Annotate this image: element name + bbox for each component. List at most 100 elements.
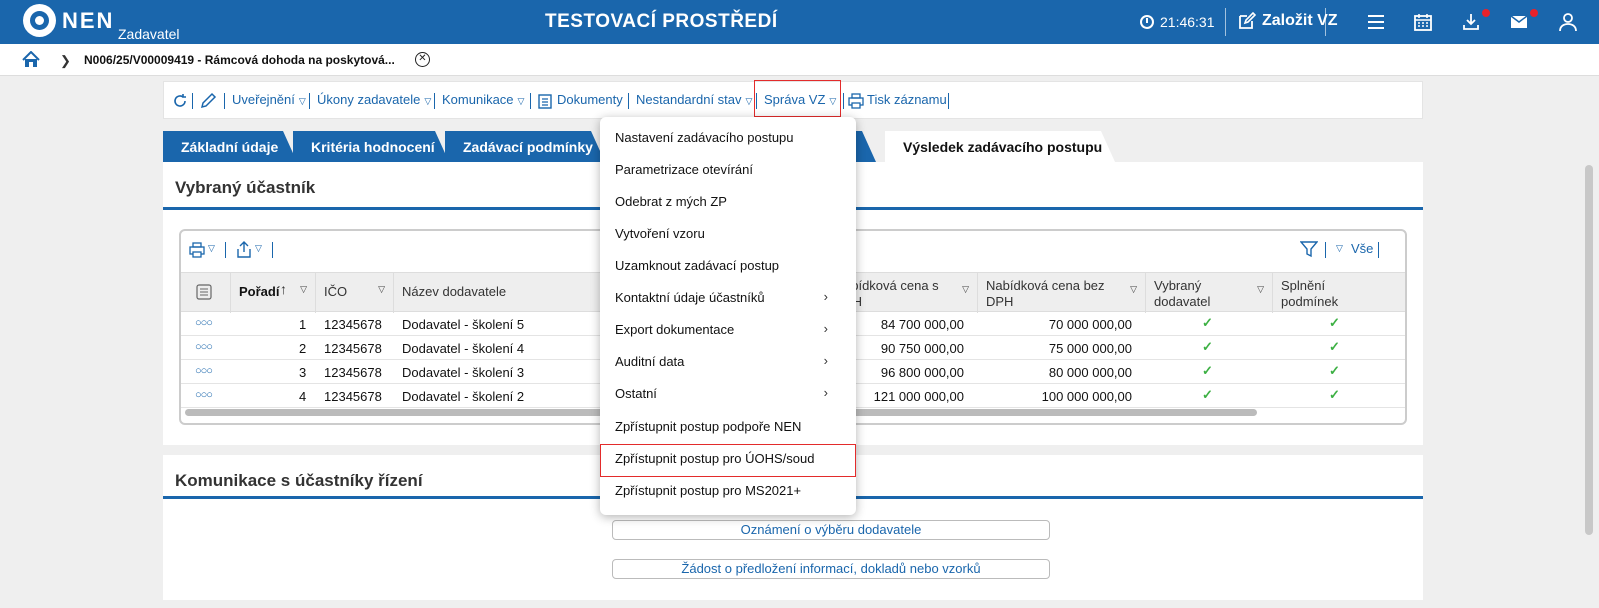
manage-vz-dropdown: Nastavení zadávacího postupu Parametriza… <box>600 117 856 515</box>
logo-subtitle: Zadavatel <box>118 26 180 42</box>
communication-label: Komunikace <box>442 92 514 107</box>
vertical-scrollbar[interactable] <box>1585 165 1593 535</box>
action-toolbar: Uveřejnění ▽ Úkony zadavatele ▽ Komunikace… <box>163 80 1423 119</box>
tab-result[interactable]: Výsledek zadávacího postupu <box>885 131 1115 162</box>
check-icon: ✓ <box>1329 339 1340 354</box>
menu-item-share-ms2021[interactable]: Zpřístupnit postup pro MS2021+ <box>600 475 856 506</box>
check-icon: ✓ <box>1329 363 1340 378</box>
divider <box>628 93 629 109</box>
selection-notice-button[interactable]: Oznámení o výběru dodavatele <box>612 520 1050 540</box>
clipboard-icon <box>538 94 552 109</box>
tab-criteria[interactable]: Kritéria hodnocení <box>293 131 449 162</box>
menu-item-contact-details[interactable]: Kontaktní údaje účastníků › <box>600 282 856 313</box>
column-selected[interactable]: Vybraný dodavatel ▽ <box>1146 273 1273 313</box>
triangle-down-icon[interactable]: ▽ <box>962 284 969 295</box>
pencil-icon[interactable] <box>200 92 217 109</box>
sort-up-icon[interactable]: ↑ <box>280 281 287 297</box>
column-price-novat[interactable]: Nabídková cena bez DPH ▽ <box>978 273 1146 313</box>
information-request-button[interactable]: Žádost o předložení informací, dokladů n… <box>612 559 1050 579</box>
close-icon[interactable]: ✕ <box>415 52 430 67</box>
column-fulfilled[interactable]: Splnění podmínek <box>1273 273 1405 313</box>
divider <box>434 93 435 109</box>
triangle-down-icon[interactable]: ▽ <box>1257 284 1264 295</box>
column-order-label: Pořadí <box>239 284 280 299</box>
notification-dot <box>1530 9 1538 17</box>
column-selected-label-2: dodavatel <box>1154 294 1211 309</box>
cell-price-novat: 70 000 000,00 <box>1048 317 1132 332</box>
divider <box>225 242 226 258</box>
refresh-icon[interactable] <box>172 93 188 109</box>
menu-item-procedure-settings[interactable]: Nastavení zadávacího postupu <box>600 122 856 153</box>
mail-icon[interactable] <box>1509 12 1529 32</box>
publish-menu[interactable]: Uveřejnění ▽ <box>232 92 306 107</box>
edit-icon <box>1239 12 1256 29</box>
check-icon: ✓ <box>1329 315 1340 330</box>
create-vz-button[interactable]: Založit VZ <box>1238 12 1338 30</box>
acts-label: Úkony zadavatele <box>317 92 421 107</box>
row-actions-icon[interactable]: ○○○ <box>195 317 213 329</box>
row-actions-icon[interactable]: ○○○ <box>195 341 213 353</box>
menu-item-label: Auditní data <box>615 354 685 369</box>
breadcrumb-item[interactable]: N006/25/V00009419 - Rámcová dohoda na po… <box>84 53 395 67</box>
check-icon: ✓ <box>1329 387 1340 402</box>
menu-item-export-documentation[interactable]: Export dokumentace › <box>600 314 856 345</box>
home-icon[interactable] <box>22 51 40 68</box>
printer-icon[interactable] <box>189 242 205 258</box>
column-name-label: Název dodavatele <box>402 284 507 299</box>
cell-price-vat: 96 800 000,00 <box>880 365 964 380</box>
cell-name: Dodavatel - školení 4 <box>402 341 525 356</box>
column-fulfilled-label: Splnění <box>1281 278 1326 293</box>
row-actions-icon[interactable]: ○○○ <box>195 365 213 377</box>
download-icon[interactable] <box>1461 12 1481 32</box>
menu-item-other[interactable]: Ostatní › <box>600 378 856 409</box>
view-all-link[interactable]: Vše <box>1351 241 1373 256</box>
cell-name: Dodavatel - školení 3 <box>402 365 525 380</box>
check-icon: ✓ <box>1202 387 1213 402</box>
menu-item-create-template[interactable]: Vytvoření vzoru <box>600 218 856 249</box>
export-icon[interactable] <box>236 240 252 258</box>
tab-basic-info[interactable]: Základní údaje <box>163 131 297 162</box>
session-clock: 21:46:31 <box>1140 14 1215 30</box>
check-icon: ✓ <box>1202 339 1213 354</box>
cell-order: 3 <box>299 365 307 380</box>
publish-label: Uveřejnění <box>232 92 295 107</box>
triangle-down-icon[interactable]: ▽ <box>378 284 385 295</box>
column-order[interactable]: Pořadí ↑ ▽ <box>231 273 316 313</box>
triangle-down-icon[interactable]: ▽ <box>300 284 307 295</box>
check-icon: ✓ <box>1202 363 1213 378</box>
printer-icon <box>848 93 864 109</box>
column-price-novat-label: Nabídková cena bez <box>986 278 1105 293</box>
communication-menu[interactable]: Komunikace ▽ <box>442 92 524 107</box>
menu-item-lock-procedure[interactable]: Uzamknout zadávací postup <box>600 250 856 281</box>
cell-ico: 12345678 <box>324 389 382 404</box>
tab-conditions[interactable]: Zadávací podmínky <box>445 131 605 162</box>
triangle-down-icon[interactable]: ▽ <box>255 243 262 254</box>
filter-icon[interactable] <box>1300 240 1318 258</box>
cell-price-novat: 80 000 000,00 <box>1048 365 1132 380</box>
menu-icon[interactable] <box>1366 12 1386 32</box>
divider <box>309 93 310 109</box>
cell-price-vat: 121 000 000,00 <box>873 389 964 404</box>
nen-logo-icon <box>23 4 56 37</box>
triangle-down-icon[interactable]: ▽ <box>208 243 215 254</box>
nonstandard-menu[interactable]: Nestandardní stav ▽ <box>636 92 752 107</box>
menu-item-remove-from-mine[interactable]: Odebrat z mých ZP <box>600 186 856 217</box>
menu-item-share-nen-support[interactable]: Zpřístupnit postup podpoře NEN <box>600 411 856 442</box>
chevron-right-icon: › <box>823 289 828 304</box>
column-ico[interactable]: IČO ▽ <box>316 273 394 313</box>
print-record-link[interactable]: Tisk záznamu <box>867 92 947 107</box>
column-price-vat[interactable]: abídková cena s PH ▽ <box>844 273 978 313</box>
user-icon[interactable] <box>1558 12 1578 32</box>
nen-logo[interactable]: NEN <box>23 4 114 40</box>
divider <box>1378 242 1379 258</box>
triangle-down-icon[interactable]: ▽ <box>1336 243 1343 254</box>
acts-menu[interactable]: Úkony zadavatele ▽ <box>317 92 431 107</box>
column-settings[interactable] <box>181 273 231 313</box>
notification-dot <box>1482 9 1490 17</box>
triangle-down-icon[interactable]: ▽ <box>1130 284 1137 295</box>
menu-item-opening-parameters[interactable]: Parametrizace otevírání <box>600 154 856 185</box>
menu-item-audit-data[interactable]: Auditní data › <box>600 346 856 377</box>
row-actions-icon[interactable]: ○○○ <box>195 389 213 401</box>
documents-link[interactable]: Dokumenty <box>557 92 623 107</box>
calendar-icon[interactable] <box>1413 12 1433 32</box>
